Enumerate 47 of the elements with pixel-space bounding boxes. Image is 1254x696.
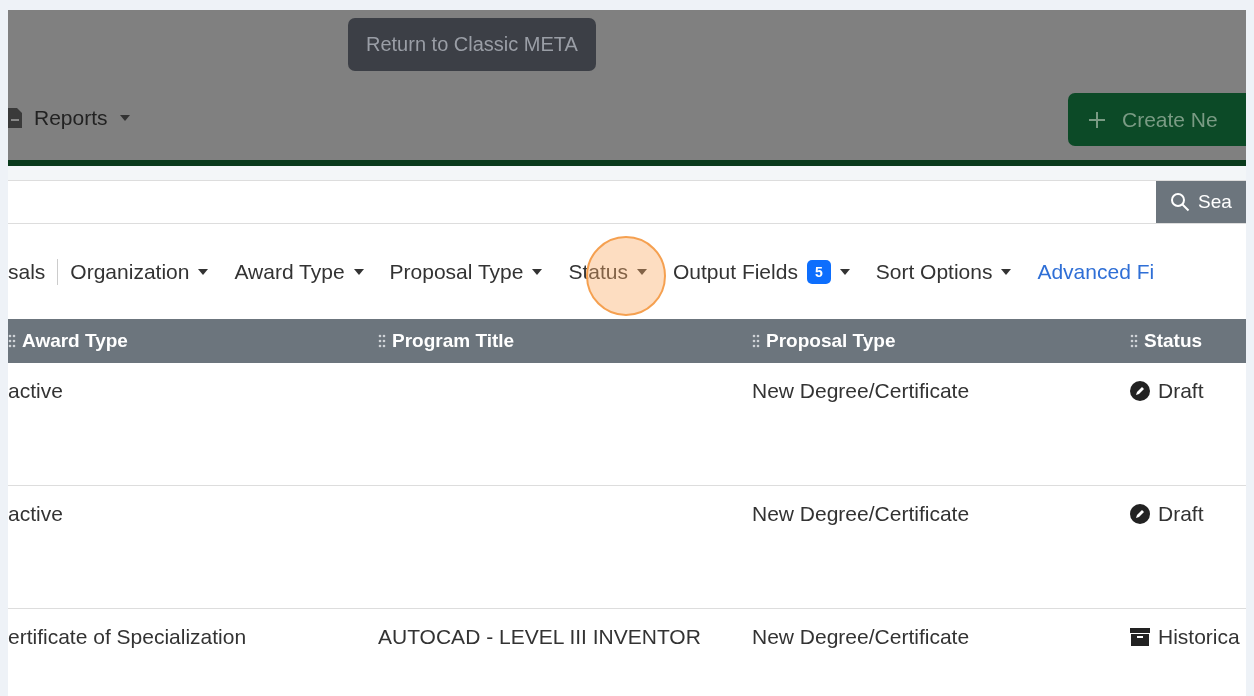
dropdown-label: Output Fields bbox=[673, 259, 798, 284]
table-cell: New Degree/Certificate bbox=[752, 608, 1130, 696]
column-header[interactable]: Program Title bbox=[378, 319, 752, 363]
caret-icon bbox=[637, 268, 647, 275]
drag-handle-icon[interactable] bbox=[1130, 334, 1138, 348]
column-title: Proposal Type bbox=[766, 330, 896, 352]
column-title: Status bbox=[1144, 330, 1203, 352]
pencil-circle-icon bbox=[1130, 504, 1150, 524]
return-classic-button[interactable]: Return to Classic META bbox=[348, 18, 596, 71]
caret-icon bbox=[353, 268, 364, 275]
caret-icon bbox=[839, 268, 850, 275]
drag-handle-icon[interactable] bbox=[8, 334, 16, 348]
table-cell: active bbox=[8, 485, 378, 609]
column-title: Award Type bbox=[22, 330, 128, 352]
search-button[interactable]: Sea bbox=[1156, 181, 1246, 223]
status-label: Draft bbox=[1158, 379, 1204, 403]
search-icon bbox=[1170, 192, 1190, 212]
column-title: Program Title bbox=[392, 330, 515, 352]
search-label: Sea bbox=[1198, 191, 1232, 213]
count-badge: 5 bbox=[806, 259, 831, 284]
plus-icon bbox=[1088, 110, 1106, 129]
caret-icon bbox=[198, 268, 209, 275]
create-new-button[interactable]: Create Ne bbox=[1068, 93, 1246, 146]
status-label: Historica bbox=[1158, 625, 1240, 649]
table-cell: active bbox=[8, 363, 378, 486]
column-header[interactable]: Award Type bbox=[8, 319, 378, 363]
caret-icon bbox=[1001, 268, 1012, 275]
status-label: Draft bbox=[1158, 502, 1204, 526]
drag-handle-icon[interactable] bbox=[378, 334, 386, 348]
pencil-circle-icon bbox=[1130, 381, 1150, 401]
caret-icon bbox=[119, 115, 130, 121]
advanced-filter-link[interactable]: Advanced Fi bbox=[1037, 259, 1155, 284]
filter-label: sals bbox=[8, 259, 46, 284]
drag-handle-icon[interactable] bbox=[752, 334, 760, 348]
caret-icon bbox=[532, 268, 543, 275]
table-cell: ertificate of Specialization bbox=[8, 608, 378, 696]
search-field[interactable] bbox=[8, 181, 1156, 223]
table-cell: New Degree/Certificate bbox=[752, 363, 1130, 486]
filter-dropdown[interactable]: Output Fields 5 bbox=[673, 259, 850, 284]
archive-box-icon bbox=[1130, 628, 1150, 646]
create-label: Create Ne bbox=[1122, 107, 1218, 132]
reports-label: Reports bbox=[34, 106, 108, 130]
column-header[interactable]: Proposal Type bbox=[752, 319, 1130, 363]
table-cell: New Degree/Certificate bbox=[752, 485, 1130, 609]
column-header[interactable]: Status bbox=[1130, 319, 1246, 363]
reports-menu[interactable]: Reports bbox=[8, 106, 130, 130]
table-cell: AUTOCAD - LEVEL III INVENTOR bbox=[378, 608, 752, 696]
